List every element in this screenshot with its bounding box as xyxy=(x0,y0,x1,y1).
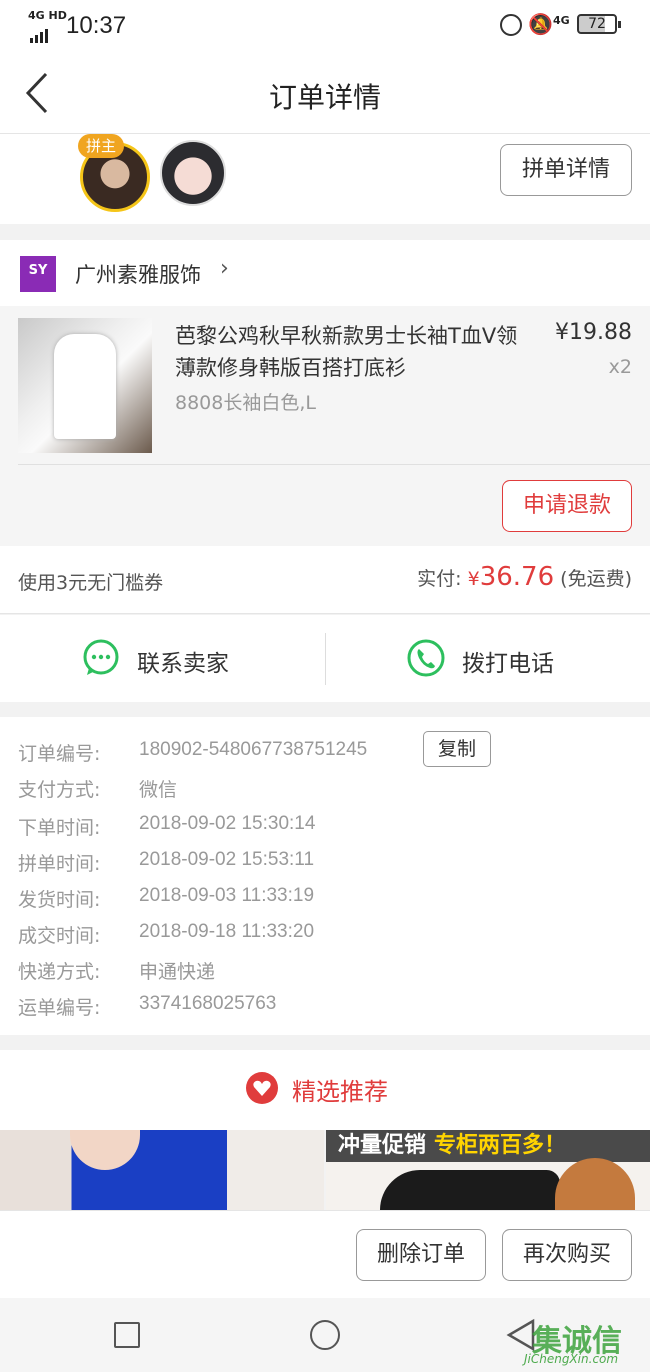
detail-value: 申通快递 xyxy=(139,962,216,983)
contact-row: 联系卖家 拨打电话 xyxy=(0,615,650,702)
detail-label: 成交时间: xyxy=(18,925,101,947)
contact-seller-button[interactable]: 联系卖家 xyxy=(137,644,229,678)
product-price: ¥19.88 xyxy=(555,320,632,345)
recommend-item-image[interactable] xyxy=(0,1130,324,1210)
detail-label: 支付方式: xyxy=(18,779,101,801)
shop-name[interactable]: 广州素雅服饰 xyxy=(75,259,201,289)
promo-banner-highlight: 专柜两百多！ xyxy=(434,1133,567,1158)
product-image[interactable] xyxy=(18,318,152,453)
signal-icon xyxy=(30,24,50,43)
currency-symbol: ¥ xyxy=(467,568,480,590)
detail-label: 快递方式: xyxy=(18,961,101,983)
order-details: 订单编号: 180902-548067738751245 复制 支付方式: 微信… xyxy=(0,717,650,1035)
detail-value: 微信 xyxy=(139,780,178,801)
detail-label: 下单时间: xyxy=(18,817,101,839)
system-nav-bar: 集诚信 JiChengXin.com xyxy=(0,1298,650,1372)
chat-icon[interactable] xyxy=(81,638,121,678)
network-indicator: 4G HD xyxy=(28,9,67,22)
buy-again-button[interactable]: 再次购买 xyxy=(502,1229,632,1281)
leader-badge: 拼主 xyxy=(78,134,125,158)
heart-icon xyxy=(246,1072,278,1104)
detail-value: 2018-09-02 15:53:11 xyxy=(139,849,315,870)
home-icon[interactable] xyxy=(310,1320,340,1350)
refund-button[interactable]: 申请退款 xyxy=(502,480,632,532)
promo-banner: 冲量促销 专柜两百多！ xyxy=(326,1130,650,1162)
mute-bell-icon: 🔕 xyxy=(528,12,553,36)
detail-label: 运单编号: xyxy=(18,997,101,1019)
battery-icon: 72 xyxy=(577,14,621,34)
detail-label: 发货时间: xyxy=(18,889,101,911)
order-number: 180902-548067738751245 xyxy=(139,739,368,760)
chevron-right-icon: › xyxy=(220,256,229,281)
phone-icon[interactable] xyxy=(406,638,446,678)
paid-label: 实付: xyxy=(417,568,462,590)
detail-label: 拼单时间: xyxy=(18,853,101,875)
network-right: 4G xyxy=(553,14,570,27)
status-bar: 4G HD 10:37 🔕 4G 72 xyxy=(0,0,650,54)
product-quantity: x2 xyxy=(608,356,632,378)
payment-row: 使用3元无门槛券 实付: ¥36.76 (免运费) xyxy=(0,546,650,614)
group-details-button[interactable]: 拼单详情 xyxy=(500,144,632,196)
product-title: 芭黎公鸡秋早秋新款男士长袖T血V领薄款修身韩版百搭打底衫 xyxy=(175,324,518,380)
nav-bar: 订单详情 xyxy=(0,54,650,134)
call-phone-button[interactable]: 拨打电话 xyxy=(462,644,554,678)
shop-row[interactable]: SY 广州素雅服饰 › xyxy=(0,240,650,306)
paid-value: 36.76 xyxy=(479,562,555,592)
product-card[interactable]: 芭黎公鸡秋早秋新款男士长袖T血V领薄款修身韩版百搭打底衫 ¥19.88 x2 8… xyxy=(0,306,650,546)
group-buy-section: 拼主 拼单详情 xyxy=(0,134,650,224)
detail-value: 3374168025763 xyxy=(139,993,277,1014)
page-title: 订单详情 xyxy=(268,81,381,114)
promo-banner-text: 冲量促销 xyxy=(338,1133,427,1158)
detail-label: 订单编号: xyxy=(18,743,101,765)
avatar-member xyxy=(160,140,226,206)
recommend-header: 精选推荐 xyxy=(0,1050,650,1130)
divider xyxy=(325,633,326,685)
alarm-icon xyxy=(500,14,522,36)
delete-order-button[interactable]: 删除订单 xyxy=(356,1229,486,1281)
product-sku: 8808长袖白色,L xyxy=(175,392,316,414)
paid-amount: 实付: ¥36.76 (免运费) xyxy=(417,562,632,592)
copy-button[interactable]: 复制 xyxy=(423,731,491,767)
recommend-title: 精选推荐 xyxy=(292,1078,388,1106)
coupon-text: 使用3元无门槛券 xyxy=(18,572,164,594)
bottom-actions: 删除订单 再次购买 xyxy=(0,1210,650,1298)
recents-icon[interactable] xyxy=(114,1322,140,1348)
divider xyxy=(18,464,650,465)
shop-logo: SY xyxy=(20,256,56,292)
detail-value: 2018-09-18 11:33:20 xyxy=(139,921,315,942)
shoe-image xyxy=(380,1170,560,1210)
shipping-note: (免运费) xyxy=(560,568,632,590)
detail-value: 2018-09-02 15:30:14 xyxy=(139,813,316,834)
clock: 10:37 xyxy=(66,12,127,39)
watermark-url: JiChengXin.com xyxy=(524,1352,619,1366)
detail-value: 2018-09-03 11:33:19 xyxy=(139,885,315,906)
